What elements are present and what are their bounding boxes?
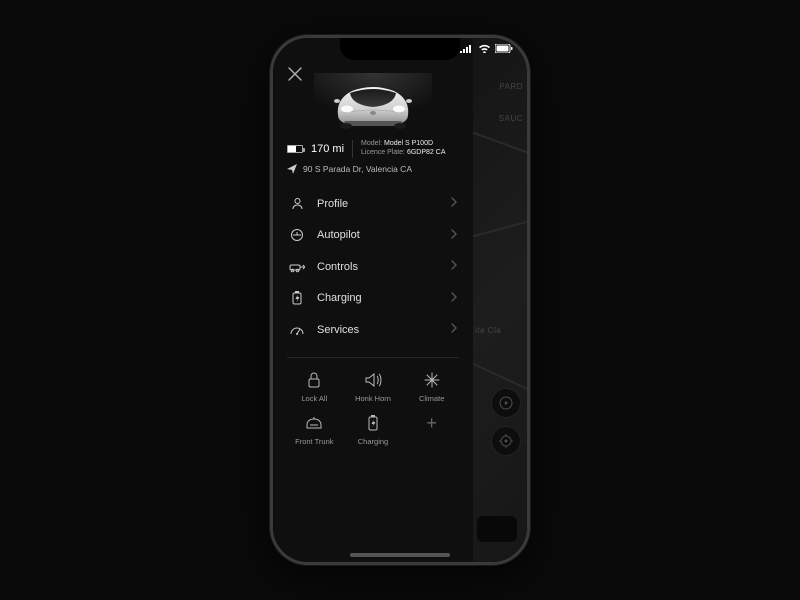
chevron-right-icon [451,260,457,270]
quick-action-horn[interactable]: Honk Horn [346,368,401,405]
vehicle-info-row: 170 mi Model: Model S P100D Licence Plat… [287,140,459,158]
battery-status-icon [495,44,513,53]
phone-frame: 170 mi Model: Model S P100D Licence Plat… [270,35,530,565]
home-indicator[interactable] [350,553,450,557]
chevron-right-icon [451,323,457,333]
menu-label: Autopilot [317,229,360,241]
quick-label: Honk Horn [355,394,391,403]
divider [352,140,353,158]
location-text: 90 S Parada Dr, Valencia CA [303,164,412,174]
menu-item-controls[interactable]: Controls [287,251,459,282]
menu-item-charging[interactable]: Charging [287,282,459,314]
map-bottom-card[interactable] [477,516,517,542]
location-row[interactable]: 90 S Parada Dr, Valencia CA [287,164,459,174]
quick-label: Lock All [301,394,327,403]
quick-action-climate[interactable]: Climate [404,368,459,405]
chevron-right-icon [451,292,457,302]
quick-action-lock[interactable]: Lock All [287,368,342,405]
lock-icon [306,371,322,389]
map-label: PARD [499,82,523,91]
autopilot-icon [290,228,304,242]
quick-label: Charging [358,437,388,446]
frunk-icon [304,416,324,430]
plus-icon: + [426,413,437,433]
menu-label: Services [317,324,359,336]
map-label: ita Cla [475,326,501,335]
menu-label: Controls [317,261,358,273]
model-label: Model: [361,140,382,147]
map-fab-2[interactable] [491,426,521,456]
car-hero-image [313,72,433,134]
close-button[interactable] [287,66,303,82]
locate-icon [498,433,514,449]
map-fab-1[interactable] [491,388,521,418]
horn-icon [364,372,382,388]
quick-action-add[interactable]: + [404,411,459,448]
quick-label: Climate [419,394,444,403]
controls-icon [289,261,305,273]
quick-action-frunk[interactable]: Front Trunk [287,411,342,448]
range-value: 170 mi [311,143,344,155]
services-icon [290,325,304,335]
map-background[interactable]: PARD SAUC ita Cla [473,38,527,562]
charging-icon [292,291,302,305]
battery-icon [287,145,303,153]
quick-action-charging[interactable]: Charging [346,411,401,448]
chevron-right-icon [451,197,457,207]
divider [287,357,459,358]
menu-item-autopilot[interactable]: Autopilot [287,219,459,251]
steering-icon [498,395,514,411]
menu-item-services[interactable]: Services [287,314,459,345]
chevron-right-icon [451,229,457,239]
location-arrow-icon [287,164,297,174]
wifi-icon [478,44,491,53]
plate-value: 6GDP82 CA [407,149,446,156]
charger-icon [367,414,379,432]
side-drawer: 170 mi Model: Model S P100D Licence Plat… [273,38,473,562]
map-label: SAUC [499,114,523,123]
climate-icon [423,371,441,389]
menu-item-profile[interactable]: Profile [287,188,459,219]
profile-icon [291,197,304,210]
quick-actions: Lock All Honk Horn Climate Front Trunk C… [287,368,459,448]
close-icon [287,66,303,82]
menu-label: Profile [317,198,348,210]
notch [340,38,460,60]
plate-label: Licence Plate: [361,149,405,156]
quick-label: Front Trunk [295,437,333,446]
signal-icon [460,44,474,53]
model-info: Model: Model S P100D Licence Plate: 6GDP… [361,140,445,158]
model-value: Model S P100D [384,140,433,147]
menu-label: Charging [317,292,362,304]
menu-list: Profile Autopilot Controls Charging [287,188,459,345]
status-bar [460,44,513,53]
